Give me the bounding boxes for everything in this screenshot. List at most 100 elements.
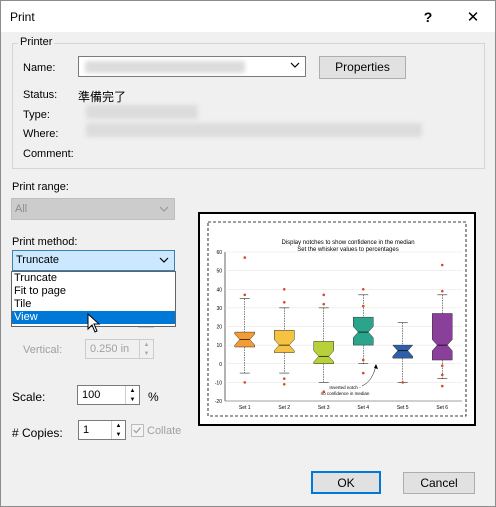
spin-up-icon[interactable]: ▲ xyxy=(125,386,139,395)
print-range-value: All xyxy=(15,203,28,215)
chevron-down-icon xyxy=(159,257,169,263)
scale-value: 100 xyxy=(82,389,101,401)
status-label: Status: xyxy=(23,89,58,101)
x-tick-label: Set 6 xyxy=(436,405,448,411)
print-dialog: Print ? ✕ Printer Name: Properties Statu… xyxy=(0,0,496,507)
printer-group-label: Printer xyxy=(18,36,55,48)
dropdown-option-tile[interactable]: Tile xyxy=(12,298,175,311)
outlier-point xyxy=(282,300,286,304)
x-tick-label: Set 4 xyxy=(357,405,369,411)
type-label: Type: xyxy=(23,109,50,121)
box xyxy=(353,316,374,346)
copies-label: # Copies: xyxy=(12,426,63,440)
annotation-text: Inverted notch - xyxy=(329,385,361,390)
scale-unit: % xyxy=(148,390,159,404)
outlier-point xyxy=(322,302,326,306)
vertical-label: Vertical: xyxy=(23,344,63,356)
collate-label: Collate xyxy=(147,425,182,437)
box xyxy=(274,329,295,353)
x-tick-label: Set 2 xyxy=(278,405,290,411)
title-bar: Print ? ✕ xyxy=(1,1,495,32)
copies-value: 1 xyxy=(83,424,90,436)
ok-button[interactable]: OK xyxy=(311,471,381,494)
y-tick-label: 30 xyxy=(216,306,222,312)
annotation-arrowhead xyxy=(374,364,378,369)
where-label: Where: xyxy=(23,128,59,140)
outlier-point xyxy=(440,373,444,377)
outlier-point xyxy=(282,377,286,380)
vertical-spinner[interactable]: 0.250 in ▲ ▼ xyxy=(85,339,154,359)
y-tick-label: 60 xyxy=(216,250,222,256)
y-tick-label: 0 xyxy=(219,362,222,368)
cancel-button[interactable]: Cancel xyxy=(403,472,475,494)
box xyxy=(392,344,414,359)
dropdown-option-truncate[interactable]: Truncate xyxy=(12,272,175,285)
preview-chart: Display notches to show confidence in th… xyxy=(207,221,467,417)
box xyxy=(432,313,453,361)
where-value xyxy=(86,123,422,137)
outlier-point xyxy=(243,256,247,259)
y-tick-label: -20 xyxy=(215,399,222,405)
spin-down-icon[interactable]: ▼ xyxy=(111,430,125,439)
print-preview: Display notches to show confidence in th… xyxy=(198,212,476,426)
outlier-point xyxy=(243,381,247,384)
outlier-point xyxy=(440,289,444,293)
outlier-point xyxy=(361,304,365,308)
outlier-point xyxy=(322,293,326,297)
chevron-down-icon xyxy=(290,62,300,68)
outlier-point xyxy=(440,263,444,267)
print-method-select[interactable]: Truncate xyxy=(12,250,175,271)
outlier-point xyxy=(243,293,247,297)
spin-up-icon[interactable]: ▲ xyxy=(139,340,153,349)
collate-checkbox[interactable] xyxy=(131,424,144,437)
dropdown-option-fit-to-page[interactable]: Fit to page xyxy=(12,285,175,298)
x-tick-label: Set 1 xyxy=(239,405,251,411)
annotation-text: no confidence in median xyxy=(321,391,370,396)
print-range-select[interactable]: All xyxy=(11,198,175,220)
chart-title: Display notches to show confidence in th… xyxy=(281,240,414,246)
y-tick-label: 50 xyxy=(216,269,222,275)
y-tick-label: 40 xyxy=(216,287,222,293)
outlier-point xyxy=(440,364,444,367)
outlier-point xyxy=(282,287,286,291)
outlier-point xyxy=(361,287,365,291)
mouse-cursor-icon xyxy=(87,313,101,333)
chevron-down-icon xyxy=(159,206,169,212)
outlier-point xyxy=(401,381,405,384)
window-title: Print xyxy=(10,10,35,24)
comment-label: Comment: xyxy=(23,148,74,160)
y-tick-label: 10 xyxy=(216,343,222,349)
scale-label: Scale: xyxy=(12,390,46,404)
spin-up-icon[interactable]: ▲ xyxy=(111,421,125,430)
help-icon: ? xyxy=(423,8,433,25)
vertical-value: 0.250 in xyxy=(90,343,130,355)
annotation-arrow xyxy=(361,365,377,387)
outlier-point xyxy=(282,382,286,386)
x-tick-label: Set 3 xyxy=(318,405,330,411)
y-tick-label: 20 xyxy=(216,325,222,331)
checkmark-icon xyxy=(133,427,141,434)
outlier-point xyxy=(440,384,444,388)
print-range-label: Print range: xyxy=(12,181,69,193)
outlier-point xyxy=(361,358,365,362)
spin-down-icon[interactable]: ▼ xyxy=(125,395,139,404)
properties-button[interactable]: Properties xyxy=(319,56,406,79)
name-label: Name: xyxy=(23,62,56,74)
scale-spinner[interactable]: 100 ▲ ▼ xyxy=(77,385,140,405)
x-tick-label: Set 5 xyxy=(397,405,409,411)
copies-spinner[interactable]: 1 ▲ ▼ xyxy=(78,420,126,440)
printer-name-select[interactable] xyxy=(78,56,306,77)
y-tick-label: -10 xyxy=(215,380,222,386)
close-icon: ✕ xyxy=(466,8,480,26)
print-method-value: Truncate xyxy=(16,254,60,266)
print-method-label: Print method: xyxy=(12,236,78,248)
close-button[interactable]: ✕ xyxy=(453,1,493,32)
printer-name-value xyxy=(85,61,245,73)
outlier-point xyxy=(361,371,365,375)
box xyxy=(313,341,334,364)
status-value: 準備完了 xyxy=(78,90,127,104)
help-button[interactable]: ? xyxy=(408,1,448,32)
plot-area: -20 -10 0 10 20 30 40 50 60 Set 1 Set 2 Set 3 Set 4 S… xyxy=(215,250,462,411)
spin-down-icon[interactable]: ▼ xyxy=(139,349,153,358)
type-value xyxy=(86,105,198,119)
